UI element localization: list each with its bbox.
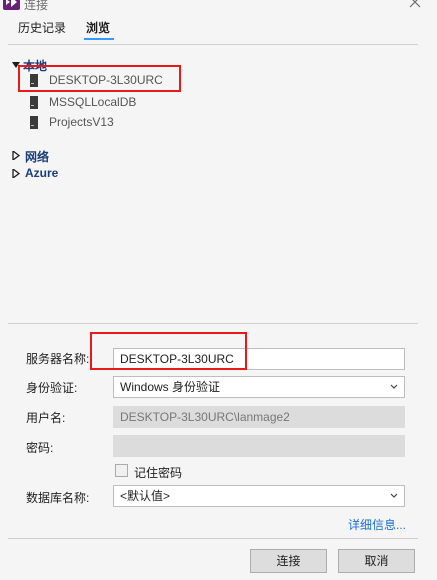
chevron-down-icon bbox=[390, 493, 398, 498]
cancel-button[interactable]: 取消 bbox=[338, 549, 415, 573]
authentication-label: 身份验证: bbox=[26, 381, 78, 395]
collapsed-triangle-icon[interactable] bbox=[12, 169, 20, 178]
server-tree[interactable]: 本地 DESKTOP-3L30URC MSSQLLocalDB Projects… bbox=[8, 54, 418, 322]
separator bbox=[8, 323, 418, 324]
server-name-label: 服务器名称: bbox=[26, 352, 90, 366]
server-icon bbox=[30, 96, 38, 109]
server-name: MSSQLLocalDB bbox=[49, 95, 137, 109]
server-icon bbox=[30, 116, 38, 129]
highlight-box bbox=[18, 65, 181, 92]
username-value: DESKTOP-3L30URC\lanmage2 bbox=[120, 410, 290, 424]
remember-password-label: 记住密码 bbox=[134, 466, 183, 480]
close-icon[interactable] bbox=[408, 0, 422, 9]
tree-group-label: Azure bbox=[25, 166, 59, 180]
server-name: ProjectsV13 bbox=[49, 115, 114, 129]
authentication-value: Windows 身份验证 bbox=[120, 380, 221, 394]
tree-group-label: 网络 bbox=[25, 150, 50, 164]
separator bbox=[8, 44, 418, 45]
active-tab-indicator bbox=[84, 38, 114, 40]
database-value: <默认值> bbox=[120, 489, 171, 503]
chevron-down-icon bbox=[390, 384, 398, 389]
remember-password-checkbox[interactable] bbox=[115, 464, 128, 477]
title-bar: 连接 bbox=[0, 0, 437, 14]
database-label: 数据库名称: bbox=[26, 491, 90, 505]
authentication-select[interactable]: Windows 身份验证 bbox=[113, 376, 405, 398]
username-input[interactable]: DESKTOP-3L30URC\lanmage2 bbox=[113, 406, 405, 428]
password-input[interactable] bbox=[113, 435, 405, 457]
highlight-box bbox=[90, 332, 247, 370]
window-title: 连接 bbox=[24, 0, 49, 12]
username-label: 用户名: bbox=[26, 411, 66, 425]
tab-history[interactable]: 历史记录 bbox=[18, 19, 66, 36]
tab-browse[interactable]: 浏览 bbox=[86, 19, 110, 36]
visual-studio-logo-icon bbox=[3, 0, 20, 10]
database-select[interactable]: <默认值> bbox=[113, 485, 405, 507]
password-label: 密码: bbox=[26, 441, 54, 455]
connect-button[interactable]: 连接 bbox=[250, 549, 327, 573]
separator bbox=[8, 538, 418, 539]
details-link[interactable]: 详细信息... bbox=[348, 516, 406, 533]
collapsed-triangle-icon[interactable] bbox=[12, 151, 20, 160]
